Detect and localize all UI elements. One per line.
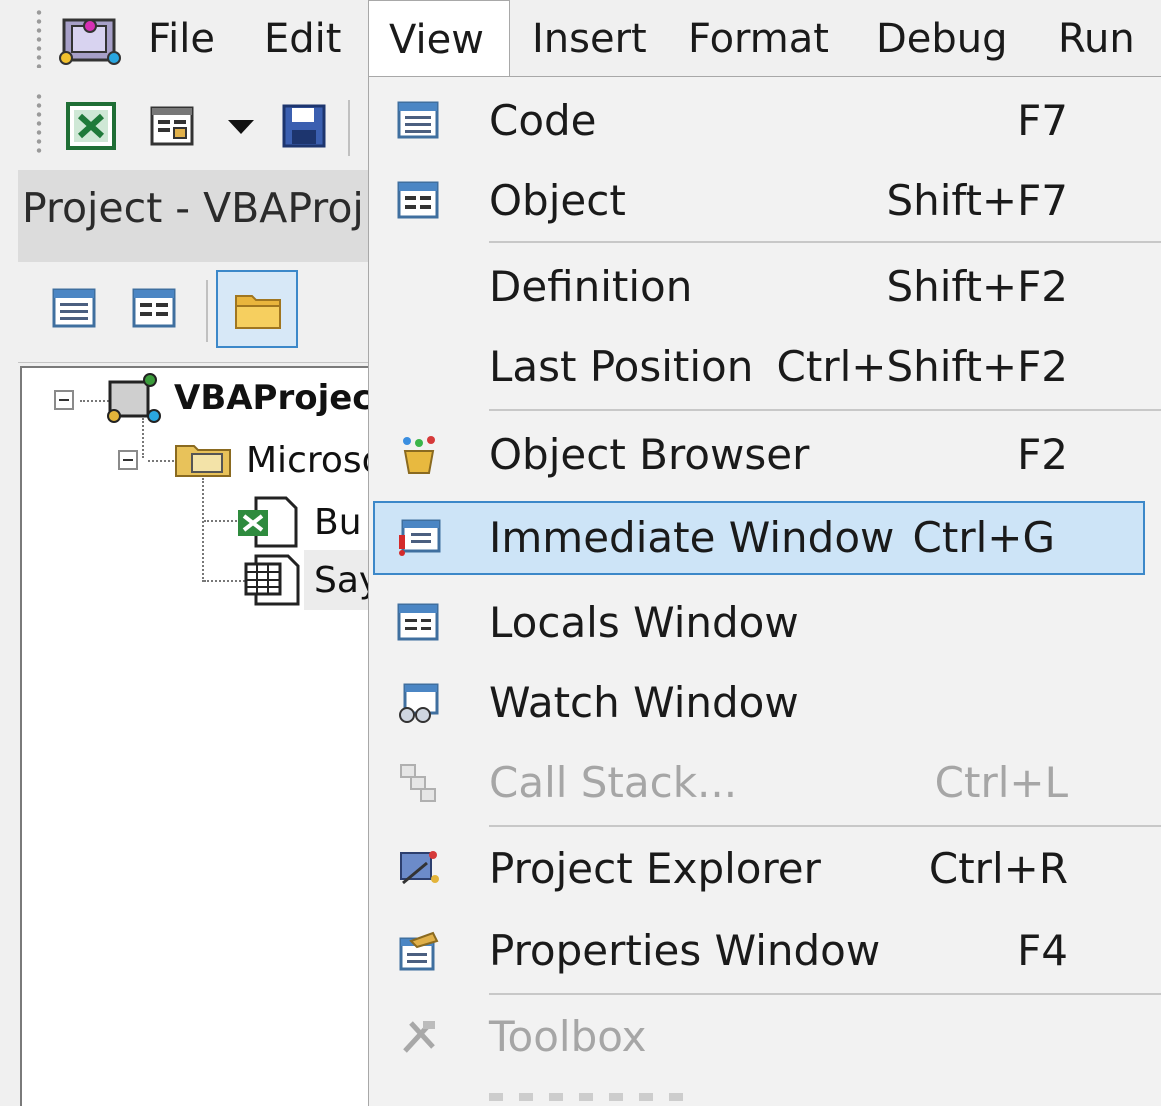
insert-userform-icon[interactable] (150, 106, 196, 148)
chevron-down-icon[interactable] (226, 118, 256, 136)
tree-connector (202, 478, 204, 582)
menu-shortcut: Shift+F2 (886, 262, 1068, 311)
vbaproject-icon (107, 373, 161, 423)
menubar-grip[interactable] (36, 8, 42, 68)
collapse-toggle-excel-objects[interactable] (118, 450, 138, 470)
standard-toolbar (0, 80, 368, 170)
menu-separator (489, 241, 1161, 243)
menu-shortcut: F7 (1017, 96, 1068, 145)
object-window-icon (397, 181, 439, 219)
sheet-module-icon (244, 554, 300, 606)
tree-item-worksheet[interactable]: Bu (314, 502, 362, 543)
menu-item-toolbox: Toolbox (369, 997, 1161, 1077)
menu-label: Locals Window (489, 598, 799, 647)
menu-item-watch-window[interactable]: Watch Window (369, 663, 1161, 743)
menu-shortcut: F4 (1017, 926, 1068, 975)
view-code-icon[interactable] (52, 288, 98, 330)
menu-view[interactable]: View (368, 0, 510, 78)
menu-edit[interactable]: Edit (260, 0, 345, 78)
menu-item-object[interactable]: Object Shift+F7 (369, 161, 1161, 241)
object-browser-icon (403, 436, 435, 474)
toolbar-divider (348, 100, 350, 156)
menu-item-object-browser[interactable]: Object Browser F2 (369, 415, 1161, 495)
project-explorer-icon (400, 851, 439, 885)
tree-item-vbaproject[interactable]: VBAProjec (174, 378, 368, 418)
excel-icon[interactable] (66, 102, 116, 150)
immediate-window-icon (399, 519, 441, 556)
toggle-folders-button[interactable] (216, 270, 298, 348)
menu-shortcut: Ctrl+R (928, 844, 1068, 893)
menu-item-call-stack: Call Stack... Ctrl+L (369, 743, 1161, 823)
menu-shortcut: Shift+F7 (886, 176, 1068, 225)
project-pane-title: Project - VBAProj (18, 170, 368, 262)
worksheet-excel-icon (238, 496, 298, 548)
menu-item-partial (489, 1093, 689, 1101)
menu-item-project-explorer[interactable]: Project Explorer Ctrl+R (369, 829, 1161, 909)
properties-window-icon (399, 931, 439, 971)
excel-objects-folder-icon (175, 445, 231, 477)
project-title: Project - VBAProj (22, 184, 364, 232)
code-window-icon (397, 101, 439, 139)
view-menu-dropdown: Code F7 Object Shift+F7 Definition Shift… (368, 76, 1161, 1106)
toolbox-icon (403, 1021, 435, 1053)
menu-label: Properties Window (489, 926, 881, 975)
tree-item-sheet[interactable]: Say (314, 560, 368, 601)
menu-label: Watch Window (489, 678, 799, 727)
menu-label: Object Browser (489, 430, 810, 479)
save-icon[interactable] (282, 104, 326, 148)
menu-debug[interactable]: Debug (872, 0, 1012, 78)
menu-format[interactable]: Format (684, 0, 833, 78)
menu-separator (489, 993, 1161, 995)
menu-label: Definition (489, 262, 693, 311)
menu-shortcut: F2 (1017, 430, 1068, 479)
menu-run[interactable]: Run (1054, 0, 1139, 78)
menu-shortcut: Ctrl+G (912, 513, 1055, 562)
menu-separator (489, 825, 1161, 827)
menu-item-code[interactable]: Code F7 (369, 81, 1161, 161)
project-pane-toolbar (18, 262, 368, 363)
pane-toolbar-divider (206, 280, 208, 342)
menu-insert[interactable]: Insert (528, 0, 651, 78)
menu-bar: File Edit View Insert Format Debug Run (0, 0, 1161, 80)
locals-window-icon (397, 603, 439, 641)
menu-item-locals-window[interactable]: Locals Window (369, 583, 1161, 663)
call-stack-icon (400, 764, 436, 802)
view-object-icon[interactable] (132, 288, 178, 330)
menu-shortcut: Ctrl+L (934, 758, 1068, 807)
vba-editor-icon (59, 18, 121, 65)
menu-label: Last Position (489, 342, 754, 391)
tree-item-excel-objects[interactable]: Microso (246, 440, 368, 481)
menu-label: Call Stack... (489, 758, 738, 807)
menu-label: Toolbox (489, 1012, 647, 1061)
collapse-toggle-vbaproject[interactable] (54, 390, 74, 410)
menu-label: Object (489, 176, 626, 225)
project-tree: VBAProjec Microso Bu Say (20, 366, 368, 1106)
watch-window-icon (399, 683, 439, 723)
menu-label: Code (489, 96, 597, 145)
menu-item-definition[interactable]: Definition Shift+F2 (369, 247, 1161, 327)
toolbar-grip[interactable] (36, 92, 42, 156)
menu-file[interactable]: File (144, 0, 219, 78)
menu-separator (489, 409, 1161, 411)
menu-item-last-position[interactable]: Last Position Ctrl+Shift+F2 (369, 327, 1161, 407)
menu-label: Project Explorer (489, 844, 821, 893)
menu-shortcut: Ctrl+Shift+F2 (776, 342, 1068, 391)
menu-item-properties-window[interactable]: Properties Window F4 (369, 911, 1161, 991)
tree-connector (142, 418, 144, 458)
folder-icon (235, 295, 281, 329)
menu-item-immediate-window[interactable]: Immediate Window Ctrl+G (373, 501, 1145, 575)
menu-label: Immediate Window (489, 513, 895, 562)
